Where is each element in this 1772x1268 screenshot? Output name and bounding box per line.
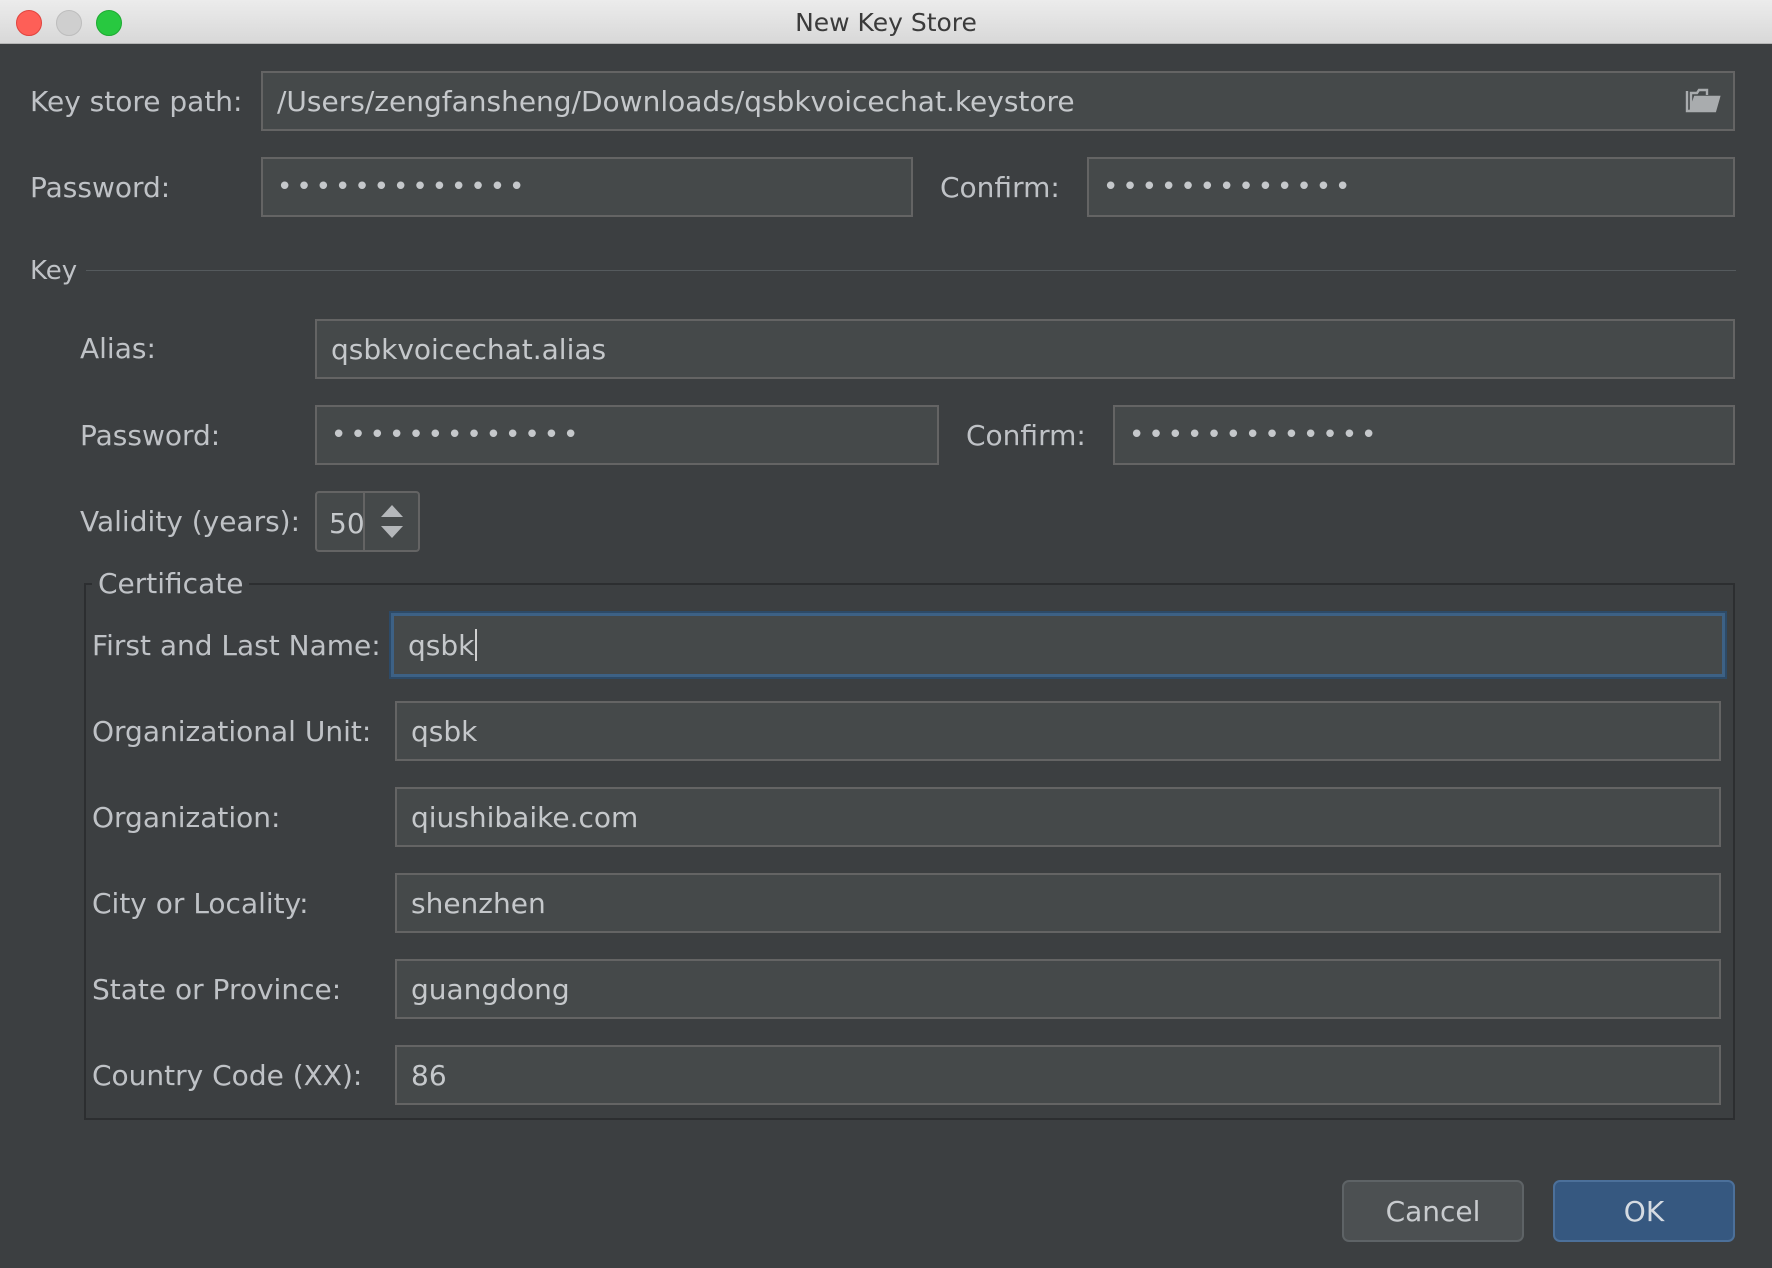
ok-button[interactable]: OK xyxy=(1553,1180,1735,1242)
key-section-divider xyxy=(86,270,1736,271)
increment-arrow-icon[interactable] xyxy=(381,505,403,517)
organization-input[interactable]: qiushibaike.com xyxy=(395,787,1721,847)
key-password-label: Password: xyxy=(80,419,221,452)
country-code-input[interactable]: 86 xyxy=(395,1045,1721,1105)
decrement-arrow-icon[interactable] xyxy=(381,526,403,538)
folder-open-icon[interactable] xyxy=(1685,85,1721,115)
keystore-password-label: Password: xyxy=(30,171,171,204)
new-key-store-dialog: New Key Store Key store path: /Users/zen… xyxy=(0,0,1772,1268)
city-locality-label: City or Locality: xyxy=(92,887,309,920)
first-last-name-input[interactable]: qsbk xyxy=(391,613,1725,677)
keystore-path-value: /Users/zengfansheng/Downloads/qsbkvoicec… xyxy=(277,84,1075,118)
organization-label: Organization: xyxy=(92,801,281,834)
first-last-name-value: qsbk xyxy=(408,628,475,662)
keystore-confirm-label: Confirm: xyxy=(940,171,1060,204)
state-province-input[interactable]: guangdong xyxy=(395,959,1721,1019)
keystore-path-label: Key store path: xyxy=(30,85,243,118)
key-password-input[interactable]: ••••••••••••• xyxy=(315,405,939,465)
alias-input[interactable]: qsbkvoicechat.alias xyxy=(315,319,1735,379)
key-confirm-input[interactable]: ••••••••••••• xyxy=(1113,405,1735,465)
cancel-button[interactable]: Cancel xyxy=(1342,1180,1524,1242)
window-title: New Key Store xyxy=(795,8,977,37)
text-caret xyxy=(475,629,478,661)
country-code-label: Country Code (XX): xyxy=(92,1059,363,1092)
validity-spinner[interactable]: 50 xyxy=(315,491,420,552)
organizational-unit-input[interactable]: qsbk xyxy=(395,701,1721,761)
validity-value[interactable]: 50 xyxy=(329,507,363,540)
keystore-confirm-input[interactable]: ••••••••••••• xyxy=(1087,157,1735,217)
certificate-section-label: Certificate xyxy=(92,568,250,600)
keystore-password-input[interactable]: ••••••••••••• xyxy=(261,157,913,217)
validity-stepper[interactable] xyxy=(363,493,420,550)
organizational-unit-label: Organizational Unit: xyxy=(92,715,372,748)
state-province-label: State or Province: xyxy=(92,973,342,1006)
keystore-path-input[interactable]: /Users/zengfansheng/Downloads/qsbkvoicec… xyxy=(261,71,1735,131)
validity-label: Validity (years): xyxy=(80,505,301,538)
first-last-name-label: First and Last Name: xyxy=(92,629,381,662)
alias-label: Alias: xyxy=(80,332,156,365)
key-confirm-label: Confirm: xyxy=(966,419,1086,452)
city-locality-input[interactable]: shenzhen xyxy=(395,873,1721,933)
title-bar: New Key Store xyxy=(0,0,1772,44)
key-section-label: Key xyxy=(30,256,78,286)
